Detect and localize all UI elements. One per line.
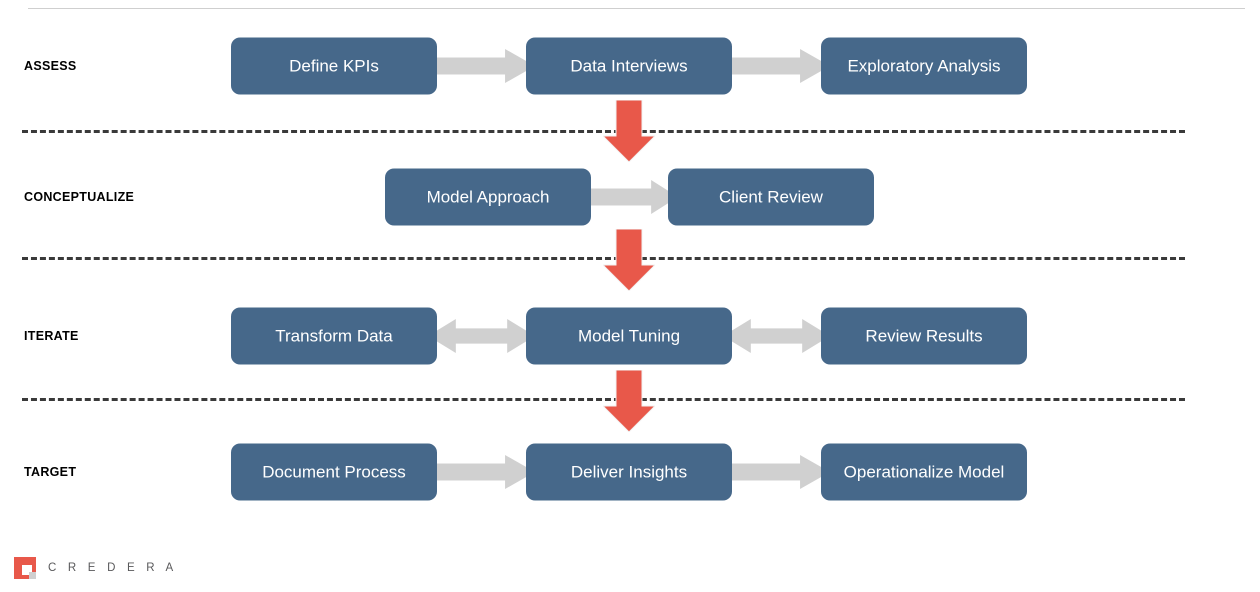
process-step-box[interactable]: Transform Data — [231, 307, 437, 365]
down-arrow-icon — [603, 370, 655, 432]
stage-label-target: TARGET — [24, 465, 77, 479]
process-step-box[interactable]: Data Interviews — [526, 37, 732, 95]
process-step-label: Document Process — [262, 462, 406, 482]
process-step-label: Transform Data — [275, 326, 393, 346]
stage-label-assess: ASSESS — [24, 59, 77, 73]
credera-logo: C R E D E R A — [14, 557, 177, 579]
logo-chip — [29, 572, 36, 579]
right-arrow-icon — [723, 49, 830, 83]
credera-wordmark: C R E D E R A — [48, 562, 178, 574]
process-step-label: Review Results — [865, 326, 983, 346]
process-step-label: Deliver Insights — [570, 462, 688, 482]
process-step-label: Model Tuning — [577, 326, 681, 346]
process-step-box[interactable]: Document Process — [231, 443, 437, 501]
process-step-label: Exploratory Analysis — [847, 56, 1001, 76]
right-arrow-icon — [428, 455, 535, 489]
down-arrow-icon — [603, 100, 655, 162]
stage-label-conceptualize: CONCEPTUALIZE — [24, 190, 135, 204]
diagram-canvas: ASSESS Define KPIs Data Interviews Explorat… — [0, 0, 1260, 592]
process-step-box[interactable]: Operationalize Model — [821, 443, 1027, 501]
bidirectional-arrow-icon — [428, 319, 535, 353]
right-arrow-icon — [428, 49, 535, 83]
bidirectional-arrow-icon — [723, 319, 830, 353]
process-step-box[interactable]: Review Results — [821, 307, 1027, 365]
stage-label-iterate: ITERATE — [24, 329, 79, 343]
down-arrow-icon — [603, 229, 655, 291]
top-divider-rule — [28, 8, 1245, 9]
process-step-box[interactable]: Define KPIs — [231, 37, 437, 95]
process-step-label: Model Approach — [426, 187, 550, 207]
process-step-label: Data Interviews — [570, 56, 688, 76]
process-step-box[interactable]: Model Tuning — [526, 307, 732, 365]
process-step-label: Operationalize Model — [843, 462, 1005, 482]
process-step-label: Define KPIs — [289, 56, 379, 76]
right-arrow-icon — [723, 455, 830, 489]
credera-logo-icon — [14, 557, 36, 579]
process-step-box[interactable]: Client Review — [668, 168, 874, 226]
process-step-box[interactable]: Exploratory Analysis — [821, 37, 1027, 95]
right-arrow-icon — [582, 180, 678, 214]
process-step-box[interactable]: Model Approach — [385, 168, 591, 226]
process-step-box[interactable]: Deliver Insights — [526, 443, 732, 501]
process-step-label: Client Review — [719, 187, 823, 207]
